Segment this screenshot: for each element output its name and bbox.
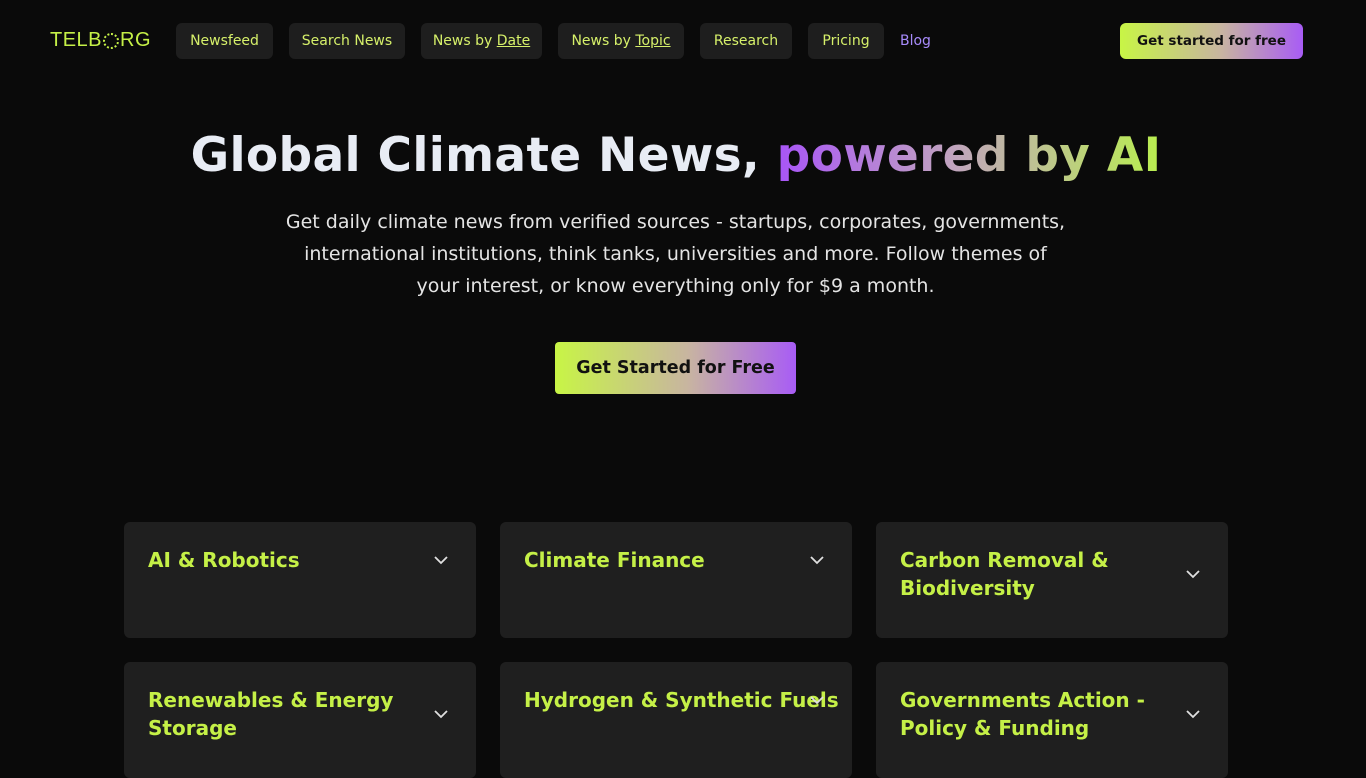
nav-blog-link[interactable]: Blog [900, 23, 931, 59]
nav-news-by-date-label: News by [432, 33, 493, 49]
telborg-logo[interactable]: TELB RG [50, 29, 151, 51]
nav-news-by-date-button[interactable]: News by Date [421, 23, 542, 59]
nav-search-news-button[interactable]: Search News [289, 23, 405, 59]
nav-research-label: Research [713, 33, 779, 49]
nav-topic-underlined: Topic [635, 33, 671, 49]
nav-date-underlined: Date [496, 33, 531, 49]
topic-card-title: Renewables & Energy Storage [148, 688, 394, 740]
chevron-down-icon[interactable] [1186, 567, 1200, 581]
topic-card-hydrogen[interactable]: Hydrogen & Synthetic Fuels [500, 662, 852, 778]
topic-card-title: AI & Robotics [148, 548, 300, 572]
nav-newsfeed-label: Newsfeed [190, 33, 259, 49]
nav-pricing-label: Pricing [822, 33, 870, 49]
topic-card-title: Hydrogen & Synthetic Fuels [524, 688, 839, 712]
topic-card-renewables[interactable]: Renewables & Energy Storage [124, 662, 476, 778]
topic-card-ai-robotics[interactable]: AI & Robotics [124, 522, 476, 638]
get-started-top-button[interactable]: Get started for free [1120, 23, 1303, 59]
topic-card-climate-finance[interactable]: Climate Finance [500, 522, 852, 638]
hero-title-plain: Global Climate News, [190, 128, 777, 183]
hero-title: Global Climate News, powered by AI [0, 128, 1352, 183]
nav-news-by-topic-label: News by [571, 33, 631, 49]
top-navigation: TELB RG Newsfeed Search News News by Dat… [0, 0, 1366, 82]
logo-globe-icon [103, 33, 120, 49]
logo-text-end: RG [120, 29, 152, 51]
chevron-down-icon[interactable] [434, 553, 448, 567]
hero-subtitle: Get daily climate news from verified sou… [285, 211, 1066, 297]
topic-card-governments-action[interactable]: Governments Action - Policy & Funding [876, 662, 1228, 778]
topic-card-title: Climate Finance [524, 548, 705, 572]
chevron-down-icon[interactable] [1186, 707, 1200, 721]
chevron-down-icon[interactable] [810, 693, 824, 707]
topic-card-carbon-removal[interactable]: Carbon Removal & Biodiversity [876, 522, 1228, 638]
topic-card-title: Governments Action - Policy & Funding [900, 688, 1145, 740]
logo-text-start: TELB [50, 29, 103, 51]
chevron-down-icon[interactable] [810, 553, 824, 567]
nav-pricing-button[interactable]: Pricing [808, 23, 884, 59]
get-started-hero-button[interactable]: Get Started for Free [555, 342, 796, 394]
topic-card-title: Carbon Removal & Biodiversity [900, 548, 1109, 600]
nav-research-button[interactable]: Research [700, 23, 792, 59]
chevron-down-icon[interactable] [434, 707, 448, 721]
nav-newsfeed-button[interactable]: Newsfeed [176, 23, 273, 59]
nav-search-news-label: Search News [301, 33, 393, 49]
nav-news-by-topic-button[interactable]: News by Topic [558, 23, 684, 59]
hero-title-gradient: powered by AI [776, 128, 1162, 183]
